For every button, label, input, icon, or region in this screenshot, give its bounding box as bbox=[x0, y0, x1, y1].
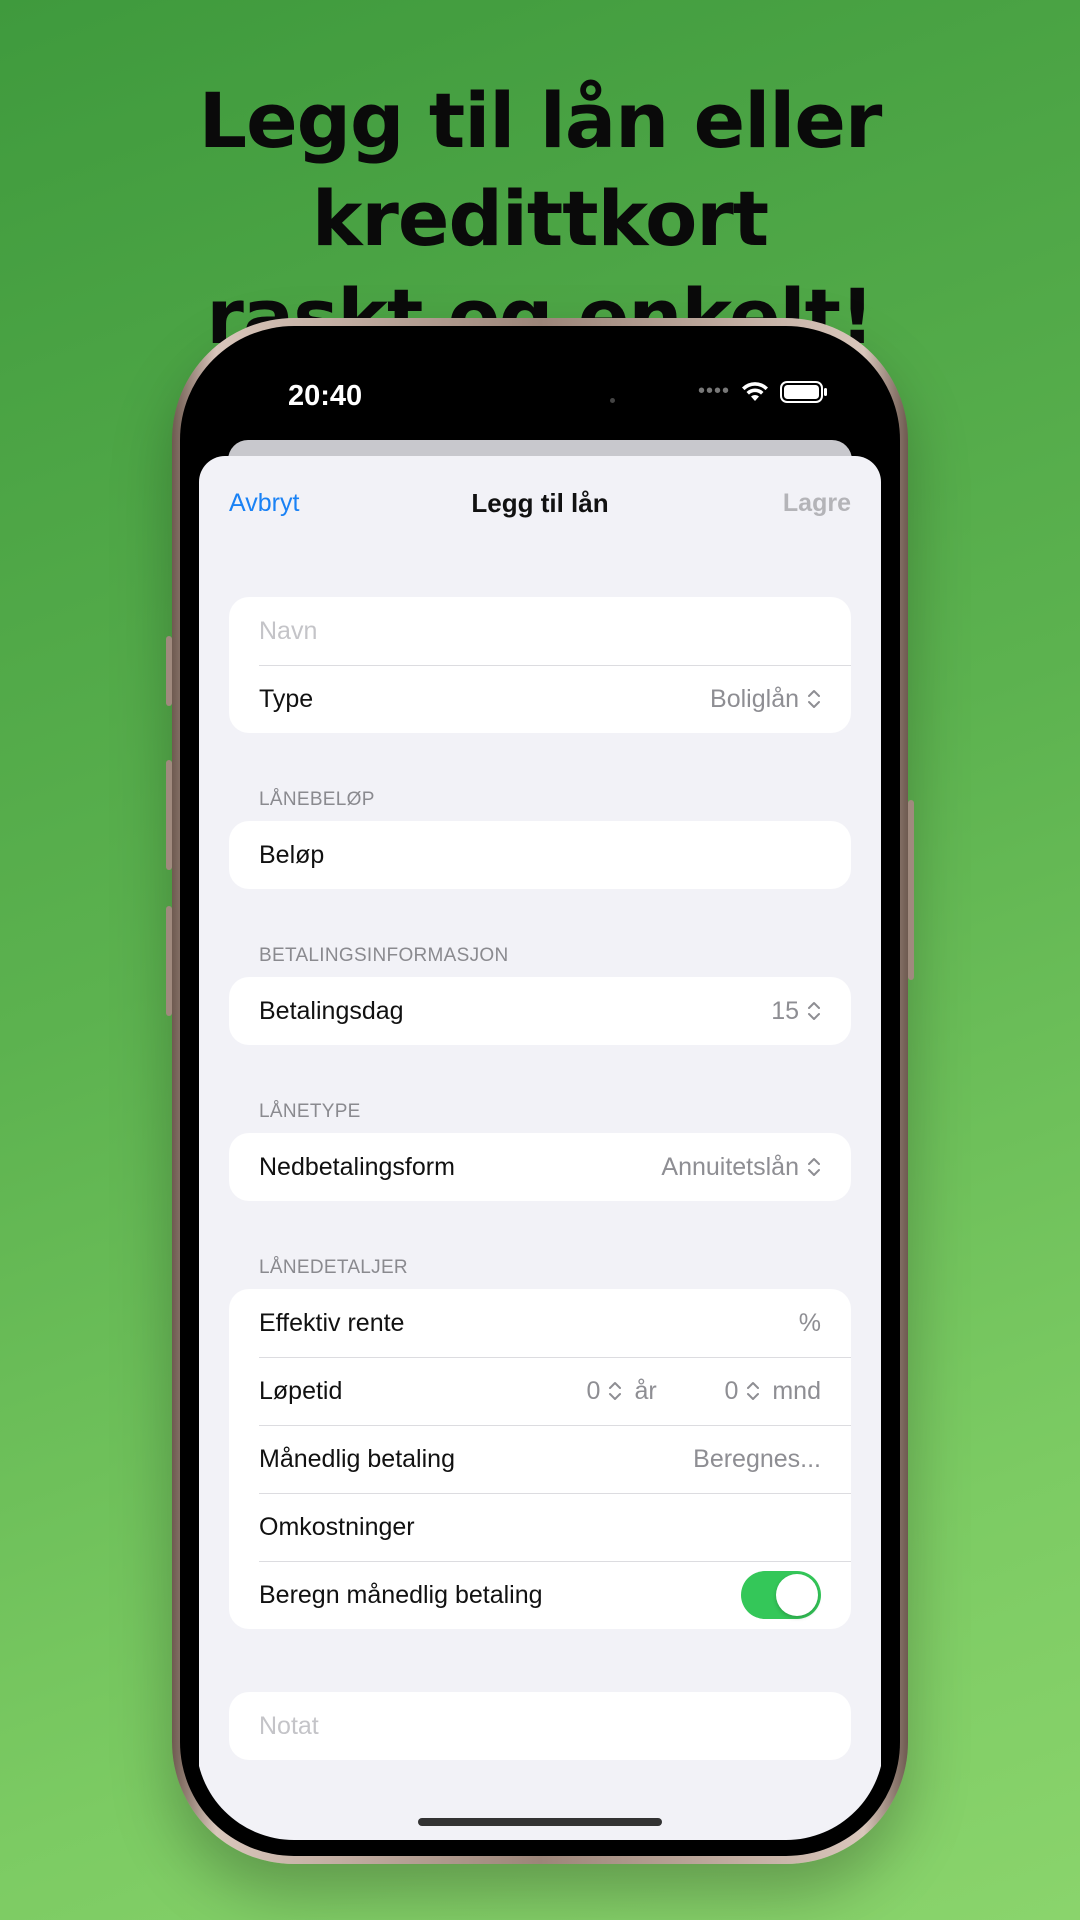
volume-up-button bbox=[166, 760, 172, 870]
volume-down-button bbox=[166, 906, 172, 1016]
note-placeholder: Notat bbox=[259, 1711, 319, 1740]
dynamic-island-dot bbox=[610, 398, 615, 403]
term-years-unit: år bbox=[634, 1376, 657, 1405]
home-indicator bbox=[418, 1818, 662, 1826]
amount-label: Beløp bbox=[259, 840, 325, 869]
monthly-value: Beregnes... bbox=[693, 1444, 821, 1473]
rate-label: Effektiv rente bbox=[259, 1308, 405, 1337]
amount-field[interactable]: Beløp bbox=[229, 821, 851, 889]
chevron-updown-icon bbox=[808, 690, 820, 708]
calc-label: Beregn månedlig betaling bbox=[259, 1580, 543, 1609]
calc-monthly-row: Beregn månedlig betaling bbox=[229, 1561, 851, 1629]
payment-day-value: 15 bbox=[771, 996, 799, 1025]
costs-label: Omkostninger bbox=[259, 1512, 415, 1541]
monthly-payment-row[interactable]: Månedlig betaling Beregnes... bbox=[229, 1425, 851, 1493]
chevron-updown-icon bbox=[747, 1382, 760, 1400]
type-label: Type bbox=[259, 684, 314, 713]
term-months-unit: mnd bbox=[772, 1376, 821, 1405]
repayment-value: Annuitetslån bbox=[661, 1152, 799, 1181]
status-time: 20:40 bbox=[288, 380, 363, 412]
section-label-loan-amount: LÅNEBELØP bbox=[259, 789, 375, 810]
payment-day-picker[interactable]: Betalingsdag 15 bbox=[229, 977, 851, 1045]
term-row: Løpetid 0 år 0 mnd bbox=[229, 1357, 851, 1425]
wifi-icon bbox=[742, 381, 768, 401]
sheet-title: Legg til lån bbox=[471, 488, 609, 518]
loan-details-card: Effektiv rente % Løpetid 0 år 0 mnd Måne… bbox=[229, 1289, 851, 1629]
chevron-updown-icon bbox=[808, 1002, 820, 1020]
loan-type-card: Nedbetalingsform Annuitetslån bbox=[229, 1133, 851, 1201]
type-value: Boliglån bbox=[710, 684, 799, 713]
chevron-updown-icon bbox=[609, 1382, 622, 1400]
repayment-label: Nedbetalingsform bbox=[259, 1152, 455, 1181]
section-label-loan-type: LÅNETYPE bbox=[259, 1101, 361, 1122]
note-card: Notat bbox=[229, 1692, 851, 1760]
note-field[interactable]: Notat bbox=[229, 1692, 851, 1760]
toggle-knob bbox=[776, 1574, 818, 1616]
term-months-picker[interactable]: 0 bbox=[724, 1377, 760, 1406]
repayment-picker[interactable]: Nedbetalingsform Annuitetslån bbox=[229, 1133, 851, 1201]
add-loan-sheet: Avbryt Legg til lån Lagre Navn Type Boli… bbox=[199, 456, 881, 1840]
name-placeholder: Navn bbox=[259, 616, 318, 645]
battery-icon bbox=[780, 380, 827, 403]
rate-unit: % bbox=[798, 1308, 821, 1337]
status-icons: •••• bbox=[698, 380, 828, 403]
loan-amount-card: Beløp bbox=[229, 821, 851, 889]
chevron-updown-icon bbox=[808, 1158, 820, 1176]
phone-screen: 20:40 •••• Avbryt Legg til lån Lagre Nav… bbox=[196, 342, 884, 1840]
section-label-loan-details: LÅNEDETALJER bbox=[259, 1257, 408, 1278]
type-picker[interactable]: Type Boliglån bbox=[229, 665, 851, 733]
cellular-icon: •••• bbox=[697, 380, 730, 402]
general-card: Navn Type Boliglån bbox=[229, 597, 851, 733]
payment-day-label: Betalingsdag bbox=[259, 996, 404, 1025]
term-label: Løpetid bbox=[259, 1376, 343, 1405]
section-label-payment-info: BETALINGSINFORMASJON bbox=[259, 945, 509, 966]
calc-monthly-toggle[interactable] bbox=[741, 1571, 821, 1619]
term-years-picker[interactable]: 0 bbox=[587, 1377, 623, 1406]
term-months-value: 0 bbox=[724, 1376, 739, 1405]
payment-info-card: Betalingsdag 15 bbox=[229, 977, 851, 1045]
silent-switch bbox=[166, 636, 172, 706]
monthly-label: Månedlig betaling bbox=[259, 1444, 455, 1473]
headline-line-1: Legg til lån eller kredittkort bbox=[198, 76, 883, 263]
rate-field[interactable]: Effektiv rente % bbox=[229, 1289, 851, 1357]
save-button[interactable]: Lagre bbox=[783, 489, 851, 518]
name-field[interactable]: Navn bbox=[229, 597, 851, 665]
costs-field[interactable]: Omkostninger bbox=[229, 1493, 851, 1561]
power-button bbox=[908, 800, 914, 980]
term-years-value: 0 bbox=[586, 1376, 601, 1405]
